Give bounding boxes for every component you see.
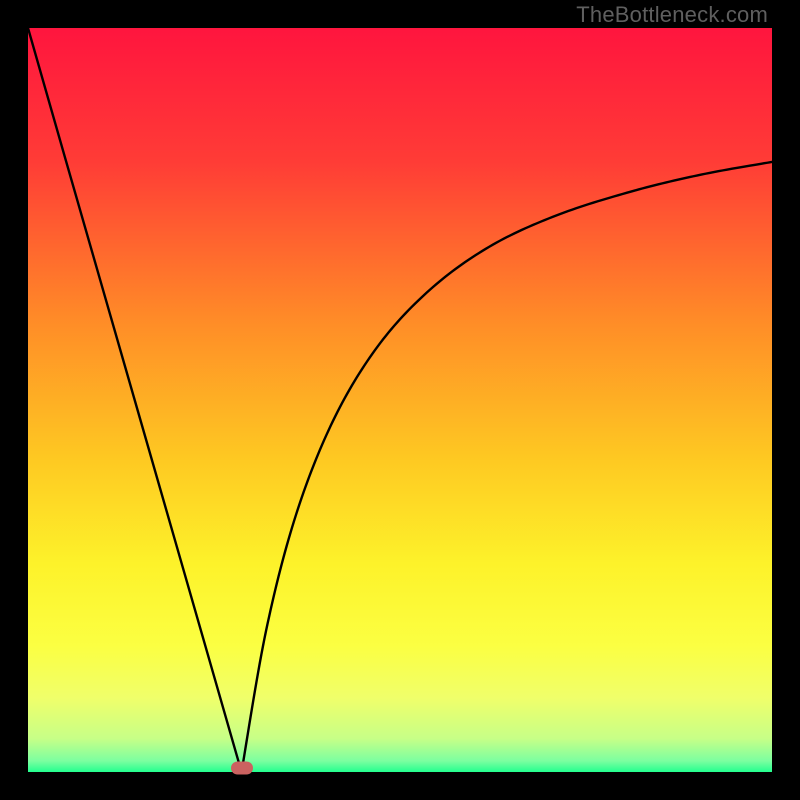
chart-curve [28, 28, 772, 772]
bottleneck-marker [231, 761, 253, 774]
curve-right-segment [242, 162, 772, 772]
curve-left-segment [28, 28, 242, 772]
chart-plot-area [28, 28, 772, 772]
watermark-text: TheBottleneck.com [576, 2, 768, 28]
